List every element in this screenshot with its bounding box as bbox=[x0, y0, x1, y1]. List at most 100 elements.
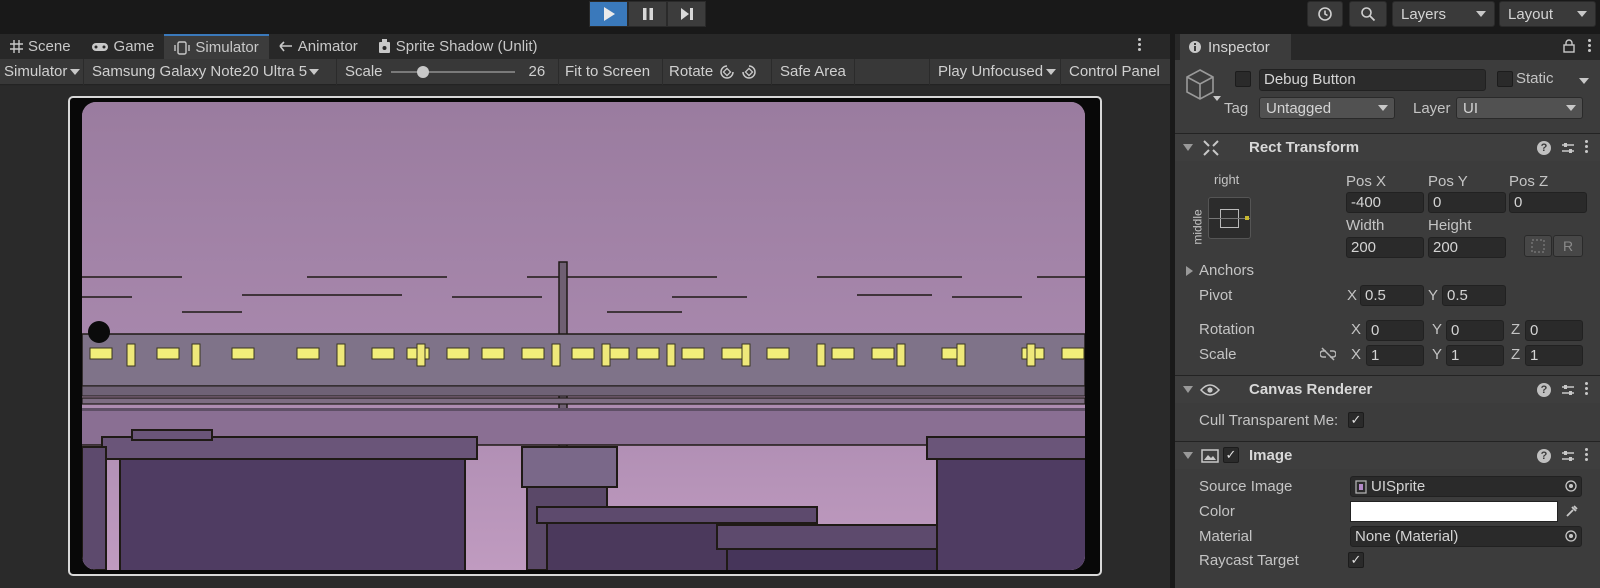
slider-thumb[interactable] bbox=[416, 65, 429, 78]
tab-label: Game bbox=[113, 38, 155, 55]
chevron-down-icon bbox=[1566, 105, 1576, 111]
pos-z-field[interactable]: 0 bbox=[1509, 192, 1587, 213]
anchors-label[interactable]: Anchors bbox=[1199, 262, 1254, 279]
help-icon[interactable]: ? bbox=[1537, 382, 1551, 397]
tab-scene[interactable]: Scene bbox=[0, 34, 81, 59]
rotation-x-field[interactable]: 0 bbox=[1366, 320, 1424, 341]
safe-area-label: Safe Area bbox=[780, 63, 846, 80]
step-button[interactable] bbox=[667, 1, 706, 27]
source-image-field[interactable]: UISprite bbox=[1350, 476, 1582, 497]
fit-to-screen-toggle[interactable]: Fit to Screen bbox=[559, 58, 663, 85]
scale-slider[interactable] bbox=[390, 64, 515, 80]
presets-icon[interactable] bbox=[1561, 449, 1575, 463]
help-icon[interactable]: ? bbox=[1537, 140, 1551, 155]
more-options-icon[interactable] bbox=[1585, 381, 1588, 398]
checkmark: ✓ bbox=[1350, 552, 1362, 567]
blueprint-mode-button[interactable] bbox=[1524, 235, 1552, 257]
pivot-x-field[interactable]: 0.5 bbox=[1360, 285, 1424, 306]
play-button[interactable] bbox=[589, 1, 628, 27]
cull-transparent-label: Cull Transparent Me: bbox=[1199, 412, 1339, 429]
play-mode-dropdown[interactable]: Play Unfocused bbox=[929, 58, 1061, 85]
search-button[interactable] bbox=[1349, 1, 1387, 27]
tab-inspector[interactable]: Inspector bbox=[1180, 34, 1291, 60]
mode-dropdown[interactable]: Simulator bbox=[0, 58, 84, 85]
rotation-y-field[interactable]: 0 bbox=[1446, 320, 1504, 341]
safe-area-toggle[interactable]: Safe Area bbox=[772, 58, 855, 85]
anchor-marker bbox=[1245, 216, 1249, 220]
anchor-presets-button[interactable] bbox=[1208, 197, 1251, 239]
eyedropper-icon[interactable] bbox=[1565, 504, 1579, 518]
layer-dropdown[interactable]: UI bbox=[1456, 97, 1583, 119]
tab-game[interactable]: Game bbox=[81, 34, 165, 59]
raw-edit-label: R bbox=[1562, 238, 1574, 254]
rotation-y-value: 0 bbox=[1451, 322, 1460, 339]
pivot-y-field[interactable]: 0.5 bbox=[1442, 285, 1506, 306]
static-dropdown-icon[interactable] bbox=[1579, 78, 1589, 84]
more-options-icon[interactable] bbox=[1588, 39, 1592, 55]
rotation-z-field[interactable]: 0 bbox=[1525, 320, 1583, 341]
canvas-renderer-header[interactable]: Canvas Renderer ? bbox=[1175, 375, 1600, 403]
rotate-left-icon[interactable] bbox=[719, 64, 735, 80]
more-options-icon[interactable] bbox=[1585, 447, 1588, 464]
object-picker-icon[interactable] bbox=[1565, 480, 1577, 492]
active-checkbox[interactable] bbox=[1235, 71, 1251, 87]
scale-z-field[interactable]: 1 bbox=[1525, 345, 1583, 366]
scale-y-field[interactable]: 1 bbox=[1446, 345, 1504, 366]
fold-icon[interactable] bbox=[1183, 144, 1193, 151]
main-toolbar: Layers Layout bbox=[0, 0, 1600, 30]
train-window bbox=[831, 347, 855, 360]
fold-icon[interactable] bbox=[1183, 452, 1193, 459]
width-field[interactable]: 200 bbox=[1346, 237, 1424, 258]
presets-icon[interactable] bbox=[1561, 141, 1575, 155]
layers-dropdown[interactable]: Layers bbox=[1392, 1, 1495, 27]
rotate-right-icon[interactable] bbox=[741, 64, 757, 80]
cull-transparent-checkbox[interactable]: ✓ bbox=[1348, 412, 1364, 428]
chevron-down-icon bbox=[1046, 68, 1057, 75]
object-name-input[interactable]: Debug Button bbox=[1259, 69, 1486, 91]
pos-y-field[interactable]: 0 bbox=[1428, 192, 1506, 213]
material-label: Material bbox=[1199, 528, 1253, 545]
anchors-fold-icon[interactable] bbox=[1186, 266, 1193, 276]
help-icon[interactable]: ? bbox=[1537, 448, 1551, 463]
raycast-target-checkbox[interactable]: ✓ bbox=[1348, 552, 1364, 568]
tag-dropdown[interactable]: Untagged bbox=[1259, 97, 1395, 119]
color-swatch[interactable] bbox=[1350, 501, 1558, 522]
gamepad-icon bbox=[91, 42, 108, 51]
height-field[interactable]: 200 bbox=[1428, 237, 1506, 258]
history-icon bbox=[1318, 7, 1332, 21]
component-actions: ? bbox=[1537, 381, 1588, 398]
tab-simulator[interactable]: Simulator bbox=[164, 34, 269, 59]
lock-icon[interactable] bbox=[1563, 39, 1575, 53]
train-window bbox=[681, 347, 705, 360]
tab-sprite-shadow[interactable]: Sprite Shadow (Unlit) bbox=[368, 34, 548, 59]
image-enabled-checkbox[interactable]: ✓ bbox=[1223, 447, 1239, 463]
chevron-down-icon bbox=[309, 68, 320, 75]
pos-x-field[interactable]: -400 bbox=[1346, 192, 1424, 213]
chevron-down-icon bbox=[1476, 11, 1486, 17]
component-actions: ? bbox=[1537, 139, 1588, 156]
game-screen[interactable] bbox=[82, 102, 1085, 570]
device-dropdown[interactable]: Samsung Galaxy Note20 Ultra 5 bbox=[84, 58, 337, 85]
more-options-icon[interactable] bbox=[1585, 139, 1588, 156]
chevron-down-icon[interactable] bbox=[1213, 96, 1221, 101]
control-panel-button[interactable]: Control Panel bbox=[1061, 59, 1170, 85]
scale-x-field[interactable]: 1 bbox=[1366, 345, 1424, 366]
layers-label: Layers bbox=[1401, 5, 1447, 23]
layout-dropdown[interactable]: Layout bbox=[1499, 1, 1596, 27]
image-header[interactable]: ✓ Image ? bbox=[1175, 441, 1600, 469]
anchor-line bbox=[1209, 218, 1250, 219]
presets-icon[interactable] bbox=[1561, 383, 1575, 397]
pause-button[interactable] bbox=[628, 1, 667, 27]
rect-transform-header[interactable]: Rect Transform ? bbox=[1175, 133, 1600, 161]
object-picker-icon[interactable] bbox=[1565, 530, 1577, 542]
tab-animator[interactable]: Animator bbox=[269, 34, 368, 59]
static-checkbox[interactable] bbox=[1497, 71, 1513, 87]
fold-icon[interactable] bbox=[1183, 386, 1193, 393]
train-door-window bbox=[191, 343, 201, 367]
more-options-icon[interactable] bbox=[1138, 38, 1142, 54]
material-field[interactable]: None (Material) bbox=[1350, 526, 1582, 547]
link-broken-icon[interactable] bbox=[1320, 347, 1336, 361]
history-button[interactable] bbox=[1307, 1, 1343, 27]
raw-edit-button[interactable]: R bbox=[1553, 235, 1583, 257]
anchor-horizontal-label: right bbox=[1214, 172, 1240, 187]
